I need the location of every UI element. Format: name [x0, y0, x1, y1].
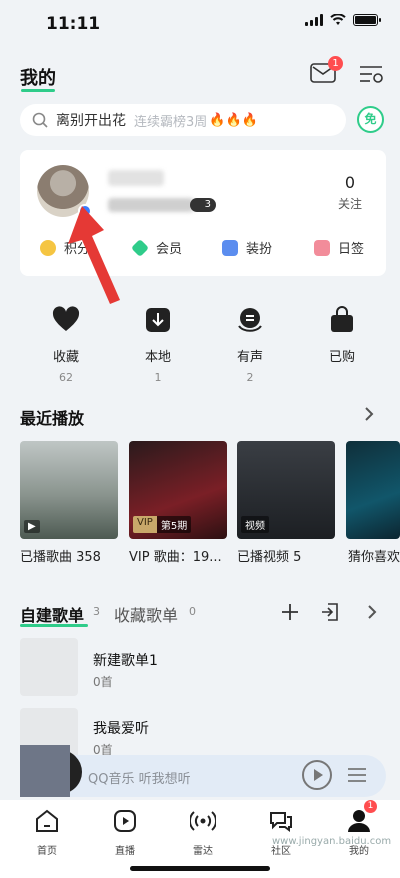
recent-card-videos[interactable]: 视频 — [237, 441, 335, 539]
nav-home[interactable]: 首页 — [17, 808, 77, 857]
username-blurred — [108, 170, 164, 186]
nav-badge: 1 — [364, 800, 377, 813]
follow-label[interactable]: 关注 — [330, 195, 370, 212]
nav-mine[interactable]: 我的 — [329, 808, 389, 857]
nav-label: 直播 — [115, 846, 135, 857]
tab-created-count: 3 — [93, 605, 100, 618]
signal-icon — [305, 14, 323, 26]
calendar-check-icon — [314, 239, 330, 256]
feature-label: 已购 — [328, 350, 355, 365]
play-button[interactable] — [302, 760, 332, 790]
nav-label: 雷达 — [193, 846, 213, 857]
tab-collected-playlists[interactable]: 收藏歌单 — [114, 602, 178, 626]
feature-local[interactable]: 本地 1 — [130, 306, 186, 384]
quick-link-label: 日签 — [338, 242, 365, 257]
bag-icon — [331, 306, 353, 332]
feature-label: 有声 — [236, 350, 263, 365]
feature-label: 本地 — [144, 350, 171, 365]
add-icon[interactable] — [280, 602, 300, 622]
feature-label: 收藏 — [52, 350, 79, 365]
watermark: www.jingyan.baidu.com — [272, 836, 392, 847]
battery-icon — [353, 14, 381, 26]
recent-card-guess[interactable] — [346, 441, 400, 539]
nav-radar[interactable]: 雷达 — [173, 808, 233, 857]
quick-link-dressup[interactable]: 装扮 — [222, 238, 272, 257]
live-icon — [114, 810, 136, 832]
quick-link-label: 装扮 — [246, 242, 273, 257]
feature-count: 1 — [154, 371, 162, 384]
feature-favorites[interactable]: 收藏 62 — [38, 306, 94, 384]
chevron-right-icon[interactable] — [362, 405, 376, 423]
community-icon — [270, 812, 292, 832]
download-icon — [146, 308, 170, 332]
recent-card-vip[interactable]: VIP 第5期 — [129, 441, 227, 539]
search-query: 离别开出花 — [56, 113, 126, 129]
wifi-icon — [330, 14, 346, 25]
status-time: 11:11 — [46, 14, 101, 34]
playlist-queue-icon[interactable] — [346, 764, 368, 786]
home-indicator — [130, 866, 270, 871]
playlist-count: 0首 — [93, 675, 113, 689]
card-caption: 猜你喜欢 — [348, 550, 400, 565]
vip-tag: VIP 第5期 — [133, 516, 192, 533]
diamond-icon — [130, 238, 150, 257]
playlist-name[interactable]: 我最爱听 — [93, 718, 149, 738]
search-bar[interactable]: 离别开出花 连续霸榜3周 🔥🔥🔥 — [20, 104, 346, 136]
card-caption: 已播视频 5 — [237, 550, 302, 565]
follow-count[interactable]: 0 — [330, 173, 370, 192]
card-caption: VIP 歌曲：19... — [129, 550, 222, 565]
import-icon[interactable] — [320, 602, 340, 622]
radar-icon — [188, 811, 218, 831]
play-icon — [314, 769, 323, 781]
points-icon — [40, 239, 56, 256]
recent-card-songs[interactable]: ▶ — [20, 441, 118, 539]
settings-menu-icon[interactable] — [358, 64, 384, 84]
playlist-cover[interactable] — [20, 638, 78, 696]
nav-label: 首页 — [37, 846, 57, 857]
home-icon — [36, 809, 58, 832]
level-badge: 3 — [190, 198, 216, 212]
card-caption: 已播歌曲 358 — [20, 550, 101, 565]
nav-community[interactable]: 社区 — [251, 808, 311, 857]
play-icon: ▶ — [24, 520, 40, 533]
quick-link-daily[interactable]: 日签 — [314, 238, 364, 257]
tab-created-playlists[interactable]: 自建歌单 — [20, 602, 84, 626]
feature-purchased[interactable]: 已购 — [314, 306, 370, 371]
quick-link-label: 会员 — [156, 242, 183, 257]
chevron-right-icon[interactable] — [362, 602, 382, 622]
audio-icon — [238, 308, 262, 332]
title-underline — [21, 89, 55, 92]
recent-title: 最近播放 — [20, 409, 85, 428]
status-icons — [305, 14, 381, 26]
fire-icon: 🔥🔥🔥 — [209, 112, 258, 128]
page-title: 我的 — [20, 68, 56, 89]
feature-count: 2 — [246, 371, 254, 384]
annotation-arrow-icon — [68, 206, 120, 304]
playlist-name[interactable]: 新建歌单1 — [93, 650, 158, 670]
tab-underline — [20, 624, 88, 627]
search-hint: 连续霸榜3周 — [134, 114, 208, 130]
heart-icon — [52, 306, 80, 331]
tab-collected-count: 0 — [189, 605, 196, 618]
quick-link-vip[interactable]: 会员 — [130, 238, 183, 257]
search-icon — [32, 112, 48, 128]
shirt-icon — [222, 239, 238, 256]
free-button[interactable]: 免 — [357, 106, 384, 133]
video-tag: 视频 — [241, 516, 269, 533]
nav-live[interactable]: 直播 — [95, 808, 155, 857]
feature-count: 62 — [59, 371, 73, 384]
feature-audio[interactable]: 有声 2 — [222, 306, 278, 384]
mail-badge: 1 — [328, 56, 343, 71]
player-text: QQ音乐 听我想听 — [88, 772, 191, 787]
player-cover[interactable] — [20, 745, 70, 797]
